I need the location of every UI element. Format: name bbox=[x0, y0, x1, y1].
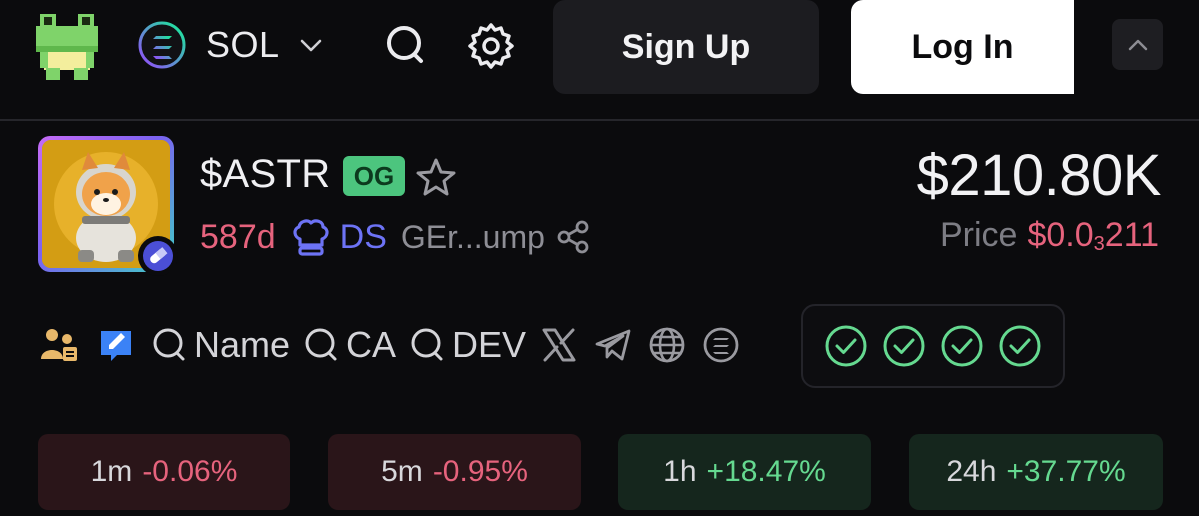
search-ca-label: CA bbox=[346, 324, 397, 365]
token-ticker: $ASTR bbox=[200, 152, 331, 196]
contract-address[interactable]: GEr...ump bbox=[401, 219, 545, 256]
frog-logo[interactable] bbox=[36, 12, 98, 82]
search-name-link[interactable]: Name bbox=[150, 324, 290, 366]
gear-icon[interactable] bbox=[466, 21, 516, 71]
chevron-down-icon bbox=[300, 39, 321, 52]
change-value: +37.77% bbox=[1006, 455, 1126, 488]
search-icon bbox=[411, 328, 443, 361]
price-row: Price $0.03211 bbox=[940, 216, 1159, 256]
change-period: 1h bbox=[663, 455, 697, 488]
chef-hat-icon[interactable] bbox=[288, 215, 332, 259]
og-badge: OG bbox=[343, 156, 405, 196]
price-value: $0.03211 bbox=[1027, 216, 1159, 255]
edit-icon[interactable] bbox=[96, 324, 138, 366]
search-name-label: Name bbox=[194, 324, 291, 365]
chain-label: SOL bbox=[206, 24, 280, 65]
check-circle-icon bbox=[999, 325, 1041, 367]
collapse-button[interactable] bbox=[1112, 19, 1163, 70]
change-pill-24h[interactable]: 24h +37.77% bbox=[909, 434, 1163, 510]
search-icon[interactable] bbox=[384, 22, 428, 68]
chain-selector[interactable]: SOL bbox=[138, 20, 324, 70]
change-value: -0.95% bbox=[432, 455, 528, 488]
price-label: Price bbox=[940, 216, 1018, 254]
change-period: 5m bbox=[381, 455, 423, 488]
pill-badge-icon bbox=[138, 236, 178, 276]
change-pill-1h[interactable]: 1h +18.47% bbox=[618, 434, 871, 510]
change-pill-1m[interactable]: 1m -0.06% bbox=[38, 434, 290, 510]
search-ca-link[interactable]: CA bbox=[302, 324, 396, 366]
sign-up-button[interactable]: Sign Up bbox=[553, 0, 819, 94]
share-icon[interactable] bbox=[555, 219, 591, 255]
token-age: 587d bbox=[200, 217, 276, 256]
star-icon[interactable] bbox=[414, 156, 458, 198]
search-dev-link[interactable]: DEV bbox=[408, 324, 526, 366]
globe-icon[interactable] bbox=[646, 324, 688, 366]
market-cap: $210.80K bbox=[916, 143, 1162, 208]
token-meta-row: 587d DS GEr...ump bbox=[200, 214, 591, 260]
holders-icon[interactable] bbox=[38, 324, 80, 366]
check-circle-icon bbox=[941, 325, 983, 367]
token-avatar[interactable] bbox=[38, 136, 178, 276]
search-icon bbox=[153, 328, 185, 361]
top-bar: SOL Sign Up Log In bbox=[0, 0, 1199, 121]
links-row: Name CA DEV bbox=[38, 320, 742, 370]
safety-checks[interactable] bbox=[801, 304, 1065, 388]
search-dev-label: DEV bbox=[452, 324, 527, 365]
change-period: 24h bbox=[946, 455, 997, 488]
dev-label-link[interactable]: DS bbox=[340, 218, 387, 257]
log-in-button[interactable]: Log In bbox=[851, 0, 1074, 94]
check-circle-icon bbox=[825, 325, 867, 367]
change-value: -0.06% bbox=[142, 455, 238, 488]
change-period: 1m bbox=[90, 455, 133, 488]
search-icon bbox=[305, 328, 337, 361]
change-pill-5m[interactable]: 5m -0.95% bbox=[328, 434, 581, 510]
change-value: +18.47% bbox=[706, 455, 826, 488]
solana-icon[interactable] bbox=[700, 324, 742, 366]
telegram-icon[interactable] bbox=[592, 324, 634, 366]
check-circle-icon bbox=[883, 325, 925, 367]
x-twitter-icon[interactable] bbox=[538, 324, 580, 366]
solana-icon bbox=[138, 21, 186, 69]
chevron-up-icon bbox=[1128, 39, 1147, 50]
